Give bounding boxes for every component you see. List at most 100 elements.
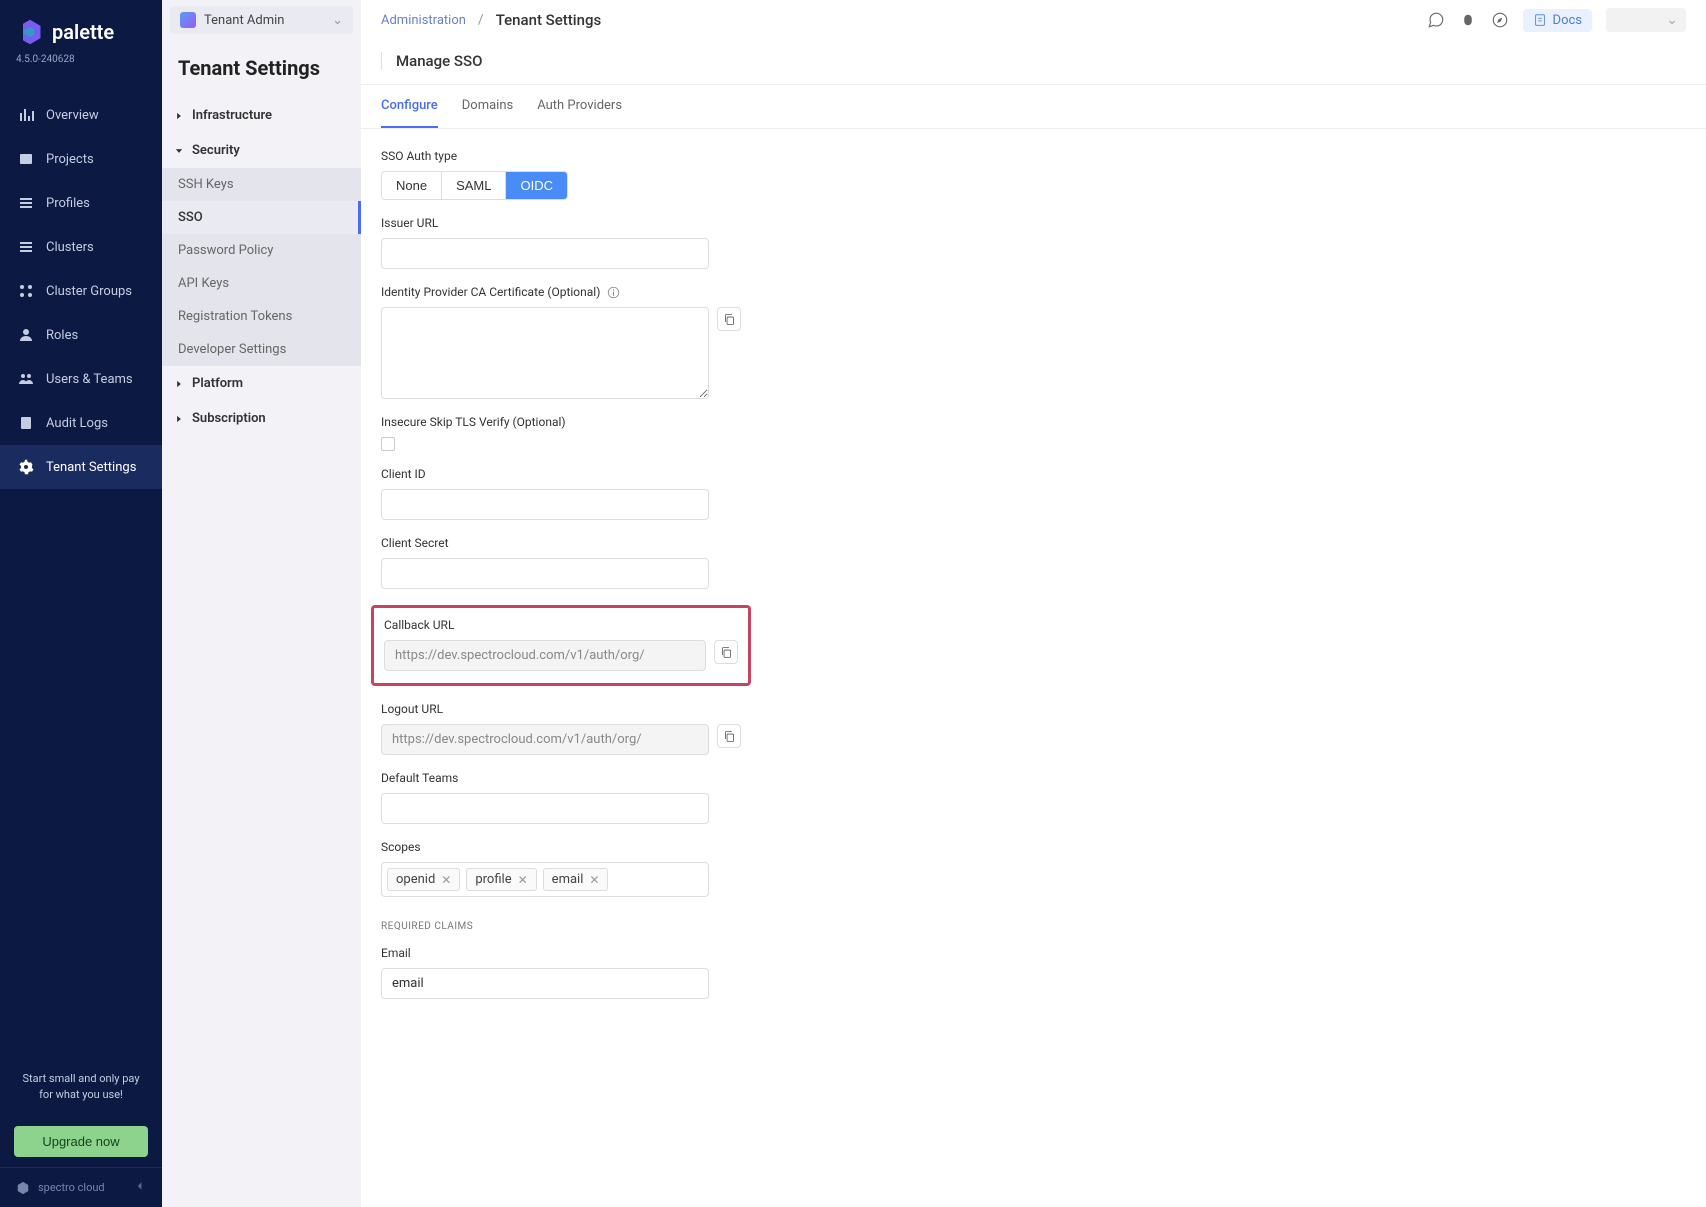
subitem-password-policy[interactable]: Password Policy xyxy=(162,234,361,267)
profiles-icon xyxy=(18,195,34,211)
tab-domains[interactable]: Domains xyxy=(462,85,513,128)
email-input[interactable] xyxy=(381,968,709,999)
brand-name: palette xyxy=(52,20,114,44)
nav-users-teams[interactable]: Users & Teams xyxy=(0,357,162,401)
header-divider xyxy=(381,52,382,70)
ca-cert-textarea[interactable] xyxy=(381,307,709,399)
nav-profiles[interactable]: Profiles xyxy=(0,181,162,225)
chevron-down-icon xyxy=(174,146,184,156)
subitem-api-keys[interactable]: API Keys xyxy=(162,267,361,300)
logout-url-label: Logout URL xyxy=(381,702,1686,716)
breadcrumb-separator: / xyxy=(478,12,484,28)
nav-label: Users & Teams xyxy=(46,372,133,387)
subitem-registration-tokens[interactable]: Registration Tokens xyxy=(162,300,361,333)
nav-roles[interactable]: Roles xyxy=(0,313,162,357)
audit-icon xyxy=(18,415,34,431)
nav-label: Overview xyxy=(46,108,99,123)
tab-auth-providers[interactable]: Auth Providers xyxy=(537,85,622,128)
breadcrumb-root[interactable]: Administration xyxy=(381,13,466,28)
insecure-skip-label: Insecure Skip TLS Verify (Optional) xyxy=(381,415,1686,429)
subitem-sso[interactable]: SSO xyxy=(162,201,361,234)
auth-type-saml[interactable]: SAML xyxy=(442,172,506,199)
auth-type-oidc[interactable]: OIDC xyxy=(506,172,567,199)
scopes-label: Scopes xyxy=(381,840,1686,854)
nav-label: Cluster Groups xyxy=(46,284,132,299)
tabs: Configure Domains Auth Providers xyxy=(361,84,1706,129)
logout-url-input[interactable] xyxy=(381,724,709,755)
nav-projects[interactable]: Projects xyxy=(0,137,162,181)
copy-ca-cert-button[interactable] xyxy=(717,307,741,331)
tab-configure[interactable]: Configure xyxy=(381,85,438,128)
copy-callback-button[interactable] xyxy=(714,640,738,664)
section-subscription[interactable]: Subscription xyxy=(162,401,361,436)
subitem-developer-settings[interactable]: Developer Settings xyxy=(162,333,361,366)
users-icon xyxy=(18,371,34,387)
section-platform[interactable]: Platform xyxy=(162,366,361,401)
topbar-actions: Docs ⌄ xyxy=(1427,8,1686,32)
spectro-icon xyxy=(16,1181,30,1195)
client-secret-input[interactable] xyxy=(381,558,709,589)
page-subtitle: Manage SSO xyxy=(396,52,482,70)
auth-type-group: None SAML OIDC xyxy=(381,171,568,200)
field-auth-type: SSO Auth type None SAML OIDC xyxy=(381,149,1686,200)
nav-list: Overview Projects Profiles Clusters Clus… xyxy=(0,81,162,1057)
callback-url-highlight: Callback URL xyxy=(371,605,751,686)
issuer-url-input[interactable] xyxy=(381,238,709,269)
remove-tag-icon[interactable]: ✕ xyxy=(441,873,451,887)
section-label: Subscription xyxy=(192,411,266,426)
docs-button[interactable]: Docs xyxy=(1523,9,1592,32)
callback-url-input[interactable] xyxy=(384,640,706,671)
issuer-url-label: Issuer URL xyxy=(381,216,1686,230)
clusters-icon xyxy=(18,239,34,255)
compass-icon[interactable] xyxy=(1491,11,1509,29)
projects-icon xyxy=(18,151,34,167)
collapse-sidebar-icon[interactable] xyxy=(134,1180,146,1195)
main-sidebar: palette 4.5.0-240628 Overview Projects P… xyxy=(0,0,162,1207)
chat-icon[interactable] xyxy=(1427,11,1445,29)
info-icon[interactable] xyxy=(607,286,620,299)
bug-icon[interactable] xyxy=(1459,11,1477,29)
breadcrumb-current: Tenant Settings xyxy=(496,11,602,29)
default-teams-input[interactable] xyxy=(381,793,709,824)
tenant-selector[interactable]: Tenant Admin ⌄ xyxy=(170,6,353,34)
nav-label: Tenant Settings xyxy=(46,460,136,475)
field-default-teams: Default Teams xyxy=(381,771,1686,824)
field-ca-cert: Identity Provider CA Certificate (Option… xyxy=(381,285,1686,399)
nav-overview[interactable]: Overview xyxy=(0,93,162,137)
section-infrastructure[interactable]: Infrastructure xyxy=(162,98,361,133)
nav-audit-logs[interactable]: Audit Logs xyxy=(0,401,162,445)
promo-banner: Start small and only pay for what you us… xyxy=(0,1057,162,1116)
nav-label: Audit Logs xyxy=(46,416,108,431)
promo-line1: Start small and only pay xyxy=(14,1071,148,1086)
gear-icon xyxy=(18,459,34,475)
nav-cluster-groups[interactable]: Cluster Groups xyxy=(0,269,162,313)
section-security[interactable]: Security xyxy=(162,133,361,168)
topbar: Administration / Tenant Settings Docs ⌄ xyxy=(361,0,1706,40)
user-menu[interactable]: ⌄ xyxy=(1606,8,1686,32)
field-client-id: Client ID xyxy=(381,467,1686,520)
field-issuer-url: Issuer URL xyxy=(381,216,1686,269)
upgrade-button[interactable]: Upgrade now xyxy=(14,1126,148,1157)
main-content: Administration / Tenant Settings Docs ⌄ … xyxy=(361,0,1706,1207)
copy-logout-button[interactable] xyxy=(717,724,741,748)
insecure-skip-checkbox[interactable] xyxy=(381,437,395,451)
scopes-input[interactable]: openid✕ profile✕ email✕ xyxy=(381,862,709,897)
chevron-down-icon: ⌄ xyxy=(332,13,343,28)
nav-label: Projects xyxy=(46,152,94,167)
chevron-right-icon xyxy=(174,379,184,389)
remove-tag-icon[interactable]: ✕ xyxy=(518,873,528,887)
remove-tag-icon[interactable]: ✕ xyxy=(589,873,599,887)
ca-cert-label: Identity Provider CA Certificate (Option… xyxy=(381,285,1686,299)
page-header: Manage SSO xyxy=(361,40,1706,84)
chevron-down-icon: ⌄ xyxy=(1666,12,1678,28)
section-label: Infrastructure xyxy=(192,108,272,123)
tenant-label: Tenant Admin xyxy=(204,13,284,28)
auth-type-none[interactable]: None xyxy=(382,172,442,199)
subitem-ssh-keys[interactable]: SSH Keys xyxy=(162,168,361,201)
nav-tenant-settings[interactable]: Tenant Settings xyxy=(0,445,162,489)
copy-icon xyxy=(720,646,733,659)
tenant-badge-icon xyxy=(180,12,196,28)
default-teams-label: Default Teams xyxy=(381,771,1686,785)
client-id-input[interactable] xyxy=(381,489,709,520)
nav-clusters[interactable]: Clusters xyxy=(0,225,162,269)
